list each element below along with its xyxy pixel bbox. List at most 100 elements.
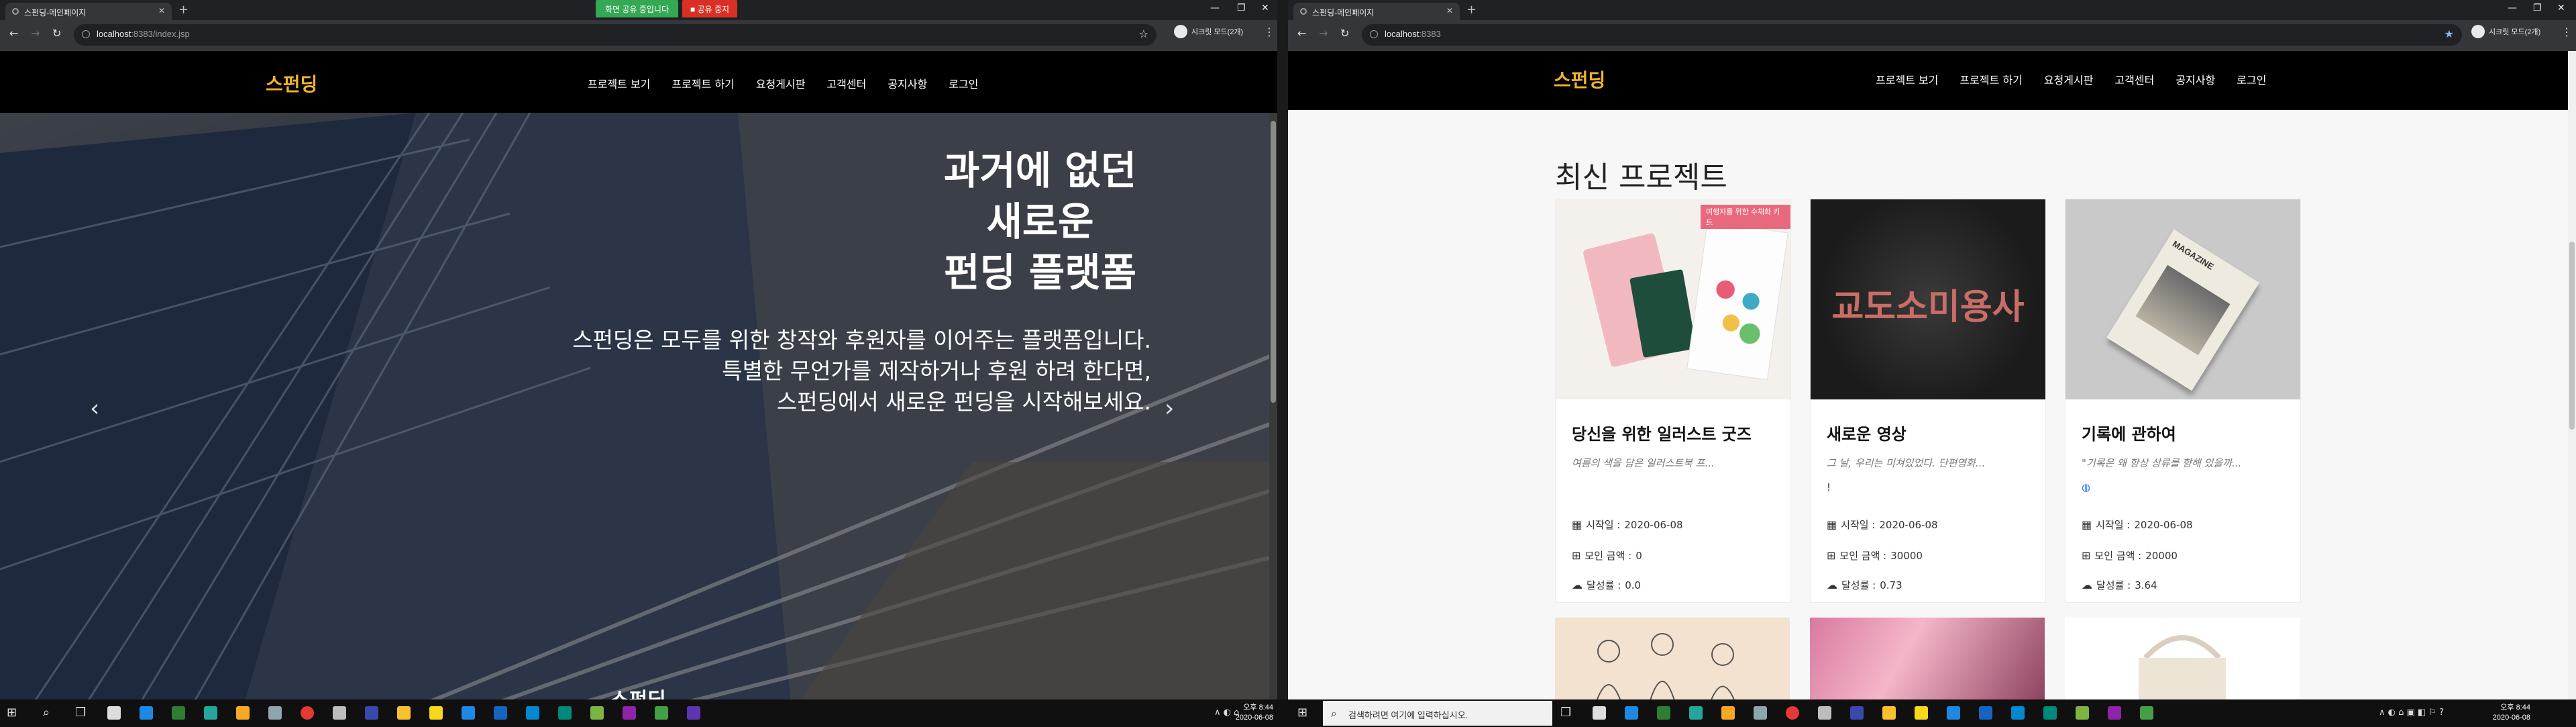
- taskbar-clock-right[interactable]: 오후 8:44 2020-06-08: [2490, 703, 2530, 723]
- site-logo[interactable]: 스펀딩: [266, 70, 317, 97]
- address-bar[interactable]: localhost:8383/index.jsp ☆: [74, 24, 1157, 46]
- edge-icon[interactable]: [140, 706, 153, 720]
- new-tab-icon[interactable]: +: [1466, 3, 1477, 17]
- app-icon[interactable]: [526, 706, 539, 720]
- card-title[interactable]: 새로운 영상: [1827, 421, 1907, 444]
- carousel-prev-arrow[interactable]: ‹: [90, 395, 99, 422]
- info-icon[interactable]: [1370, 30, 1378, 38]
- menu-item-login[interactable]: 로그인: [2237, 71, 2266, 87]
- ie-icon[interactable]: [1947, 706, 1960, 720]
- address-bar[interactable]: localhost:8383 ★: [1362, 24, 2462, 46]
- close-tab-icon[interactable]: ✕: [158, 6, 165, 15]
- windows-start-icon[interactable]: ⊞: [7, 706, 17, 720]
- menu-item-customer-center[interactable]: 고객센터: [2114, 71, 2154, 87]
- app-icon[interactable]: [687, 706, 700, 720]
- app-icon[interactable]: [365, 706, 378, 720]
- edge-icon[interactable]: [1625, 706, 1638, 720]
- app-icon[interactable]: [2076, 706, 2089, 720]
- app-icon[interactable]: [2043, 706, 2057, 720]
- close-tab-icon[interactable]: ✕: [1446, 6, 1453, 15]
- menu-item-project-view[interactable]: 프로젝트 보기: [588, 75, 650, 91]
- project-card[interactable]: MAGAZINE 기록에 관하여 "기록은 왜 항상 상류를 향해 있을까...…: [2065, 199, 2301, 603]
- app-icon[interactable]: [1657, 706, 1670, 720]
- project-thumbnail[interactable]: 여행자를 위한 수채화 키트 Soul Palette: [1556, 199, 1790, 399]
- bookmark-star-icon[interactable]: ☆: [1139, 28, 1148, 40]
- back-icon[interactable]: ←: [1297, 27, 1306, 40]
- search-icon[interactable]: ⌕: [43, 706, 50, 720]
- app-icon[interactable]: [301, 706, 314, 720]
- app-icon[interactable]: [558, 706, 572, 720]
- menu-item-request-board[interactable]: 요청게시판: [756, 75, 806, 91]
- task-view-icon[interactable]: ❐: [75, 706, 86, 720]
- site-logo[interactable]: 스펀딩: [1554, 66, 1605, 93]
- card-title[interactable]: 기록에 관하여: [2082, 421, 2176, 444]
- menu-item-project-create[interactable]: 프로젝트 하기: [1960, 71, 2022, 87]
- app-icon[interactable]: [2140, 706, 2153, 720]
- windows-start-icon[interactable]: ⊞: [1297, 706, 1307, 720]
- store-icon[interactable]: [204, 706, 217, 720]
- app-icon[interactable]: [1786, 706, 1799, 720]
- back-icon[interactable]: ←: [9, 27, 18, 40]
- project-card[interactable]: 교도소미용사 새로운 영상 그 날, 우리는 미쳐있었다. 단편영화... ! …: [1810, 199, 2046, 603]
- project-thumbnail[interactable]: MAGAZINE: [2065, 199, 2300, 399]
- calculator-icon[interactable]: [333, 706, 346, 720]
- calculator-icon[interactable]: [1818, 706, 1831, 720]
- app-icon[interactable]: [2011, 706, 2025, 720]
- app-icon[interactable]: [655, 706, 668, 720]
- ie-icon[interactable]: [462, 706, 475, 720]
- taskbar-search-box[interactable]: ⌕ 검색하려면 여기에 입력하십시오.: [1323, 701, 1552, 726]
- browser-tab[interactable]: 스펀딩-메인페이지 ✕: [1293, 3, 1460, 20]
- app-icon[interactable]: [1754, 706, 1767, 720]
- app-icon[interactable]: [623, 706, 636, 720]
- carousel-next-arrow[interactable]: ›: [1165, 395, 1174, 422]
- menu-item-notice[interactable]: 공지사항: [888, 75, 927, 91]
- app-icon[interactable]: [1850, 706, 1864, 720]
- menu-item-login[interactable]: 로그인: [949, 75, 978, 91]
- forward-icon[interactable]: →: [31, 27, 40, 40]
- stop-share-button[interactable]: ■ 공유 중지: [682, 0, 738, 17]
- reload-icon[interactable]: ↻: [52, 27, 61, 40]
- app-icon[interactable]: [172, 706, 185, 720]
- project-card-peek[interactable]: [1555, 618, 1790, 699]
- tray-icons[interactable]: ∧ ◐ ⌂ ▣ ◧ ⚐ ?: [2379, 708, 2444, 718]
- incognito-profile[interactable]: 시크릿 모드(2개): [1174, 25, 1243, 38]
- folder-icon[interactable]: [1721, 706, 1735, 720]
- app-icon[interactable]: [494, 706, 507, 720]
- menu-kebab-icon[interactable]: ⋮: [2561, 26, 2572, 38]
- app-icon[interactable]: [397, 706, 411, 720]
- kakaotalk-icon[interactable]: [1915, 706, 1928, 720]
- taskbar-clock-left[interactable]: 오후 8:44 2020-06-08: [1233, 703, 1273, 723]
- close-window-icon[interactable]: ✕: [1261, 3, 1269, 13]
- store-icon[interactable]: [1689, 706, 1703, 720]
- app-icon[interactable]: [1979, 706, 1992, 720]
- menu-item-project-create[interactable]: 프로젝트 하기: [672, 75, 734, 91]
- menu-item-request-board[interactable]: 요청게시판: [2044, 71, 2094, 87]
- chrome-icon[interactable]: [1882, 706, 1896, 720]
- folder-icon[interactable]: [236, 706, 250, 720]
- minimize-icon[interactable]: —: [2508, 3, 2517, 13]
- project-card-peek[interactable]: [1810, 618, 2045, 699]
- page-scrollbar-thumb[interactable]: [2569, 242, 2575, 430]
- project-card-peek[interactable]: [2065, 618, 2300, 699]
- app-icon[interactable]: [590, 706, 604, 720]
- app-icon[interactable]: [2108, 706, 2121, 720]
- app-icon[interactable]: [107, 706, 121, 720]
- menu-item-project-view[interactable]: 프로젝트 보기: [1876, 71, 1938, 87]
- bookmark-star-icon[interactable]: ★: [2445, 28, 2454, 40]
- app-icon[interactable]: [1593, 706, 1606, 720]
- menu-item-notice[interactable]: 공지사항: [2176, 71, 2215, 87]
- restore-icon[interactable]: ❐: [2533, 3, 2542, 13]
- incognito-profile[interactable]: 시크릿 모드(2개): [2471, 25, 2540, 38]
- reload-icon[interactable]: ↻: [1340, 27, 1349, 40]
- forward-icon[interactable]: →: [1319, 27, 1328, 40]
- menu-item-customer-center[interactable]: 고객센터: [826, 75, 866, 91]
- card-title[interactable]: 당신을 위한 일러스트 굿즈: [1572, 421, 1752, 444]
- task-view-icon[interactable]: ❐: [1560, 706, 1571, 720]
- browser-tab[interactable]: 스펀딩-메인페이지 ✕: [5, 3, 172, 20]
- project-card[interactable]: 여행자를 위한 수채화 키트 Soul Palette 당신을 위한 일러스트 …: [1555, 199, 1791, 603]
- new-tab-icon[interactable]: +: [178, 3, 189, 17]
- page-scrollbar-thumb[interactable]: [1271, 121, 1276, 403]
- kakaotalk-icon[interactable]: [429, 706, 443, 720]
- app-icon[interactable]: [268, 706, 282, 720]
- menu-kebab-icon[interactable]: ⋮: [1264, 26, 1275, 38]
